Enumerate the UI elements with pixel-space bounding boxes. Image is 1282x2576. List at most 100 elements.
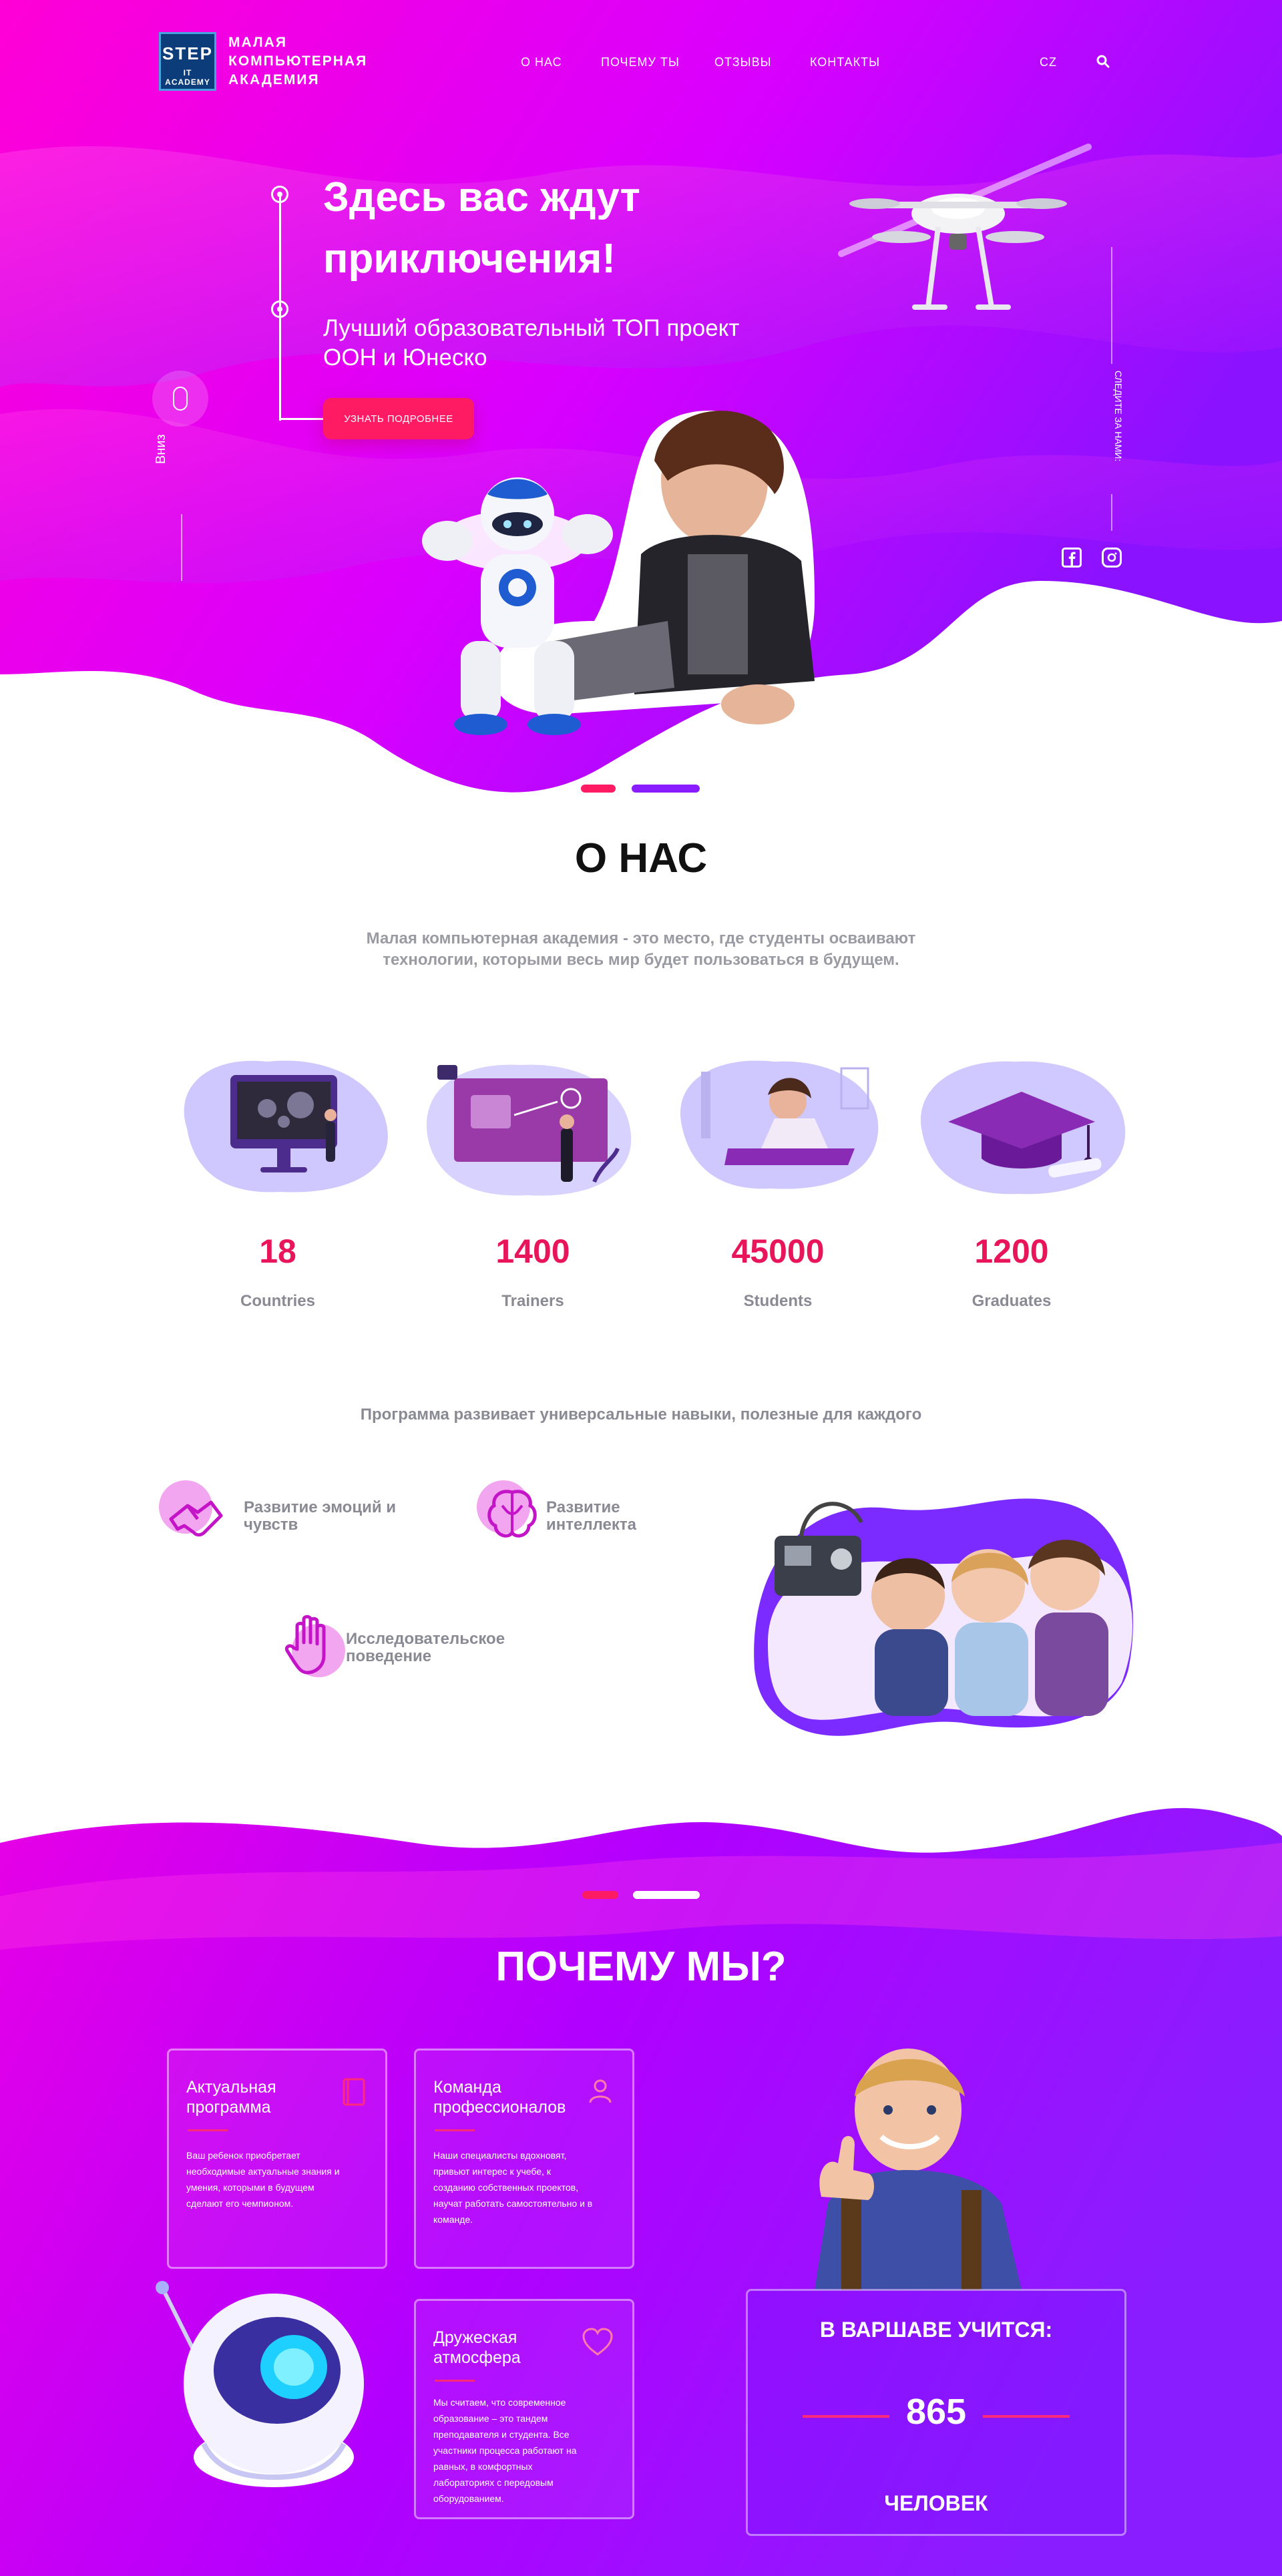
card-text-line: лабораториях с передовым xyxy=(433,2477,554,2488)
card-divider xyxy=(188,2129,228,2131)
trainers-illustration xyxy=(426,1064,632,1196)
mouse-icon xyxy=(173,387,188,411)
hero-subtitle: Лучший образовательный ТОП проект ООН и … xyxy=(323,314,804,373)
card-text-line: образование – это тандем xyxy=(433,2413,548,2424)
skill-label-line: Развитие xyxy=(546,1498,620,1516)
card-team-title: Команда профессионалов xyxy=(433,2077,587,2117)
warsaw-footer: ЧЕЛОВЕК xyxy=(884,2491,988,2515)
skill-label-line: чувств xyxy=(244,1516,298,1534)
hero-title-line: приключения! xyxy=(323,236,616,282)
boy-thumbs-up-image xyxy=(815,2049,1022,2290)
card-atmosphere-title: Дружеская атмосфера xyxy=(433,2328,587,2368)
stat-graduates-label: Graduates xyxy=(972,1292,1052,1310)
about-description-line: Малая компьютерная академия - это место,… xyxy=(366,929,916,947)
card-text-line: равных, в комфортных xyxy=(433,2461,533,2472)
stat-trainers-value: 1400 xyxy=(495,1233,570,1270)
brain-icon xyxy=(477,1480,537,1538)
why-title: ПОЧЕМУ МЫ? xyxy=(495,1944,787,1990)
card-title-line: программа xyxy=(186,2098,271,2117)
why-pager-dot-active[interactable] xyxy=(582,1891,618,1899)
hero-pager-dot[interactable] xyxy=(632,785,700,793)
card-text-line: умения, которыми в будущем xyxy=(186,2182,314,2193)
stat-trainers-label: Trainers xyxy=(501,1292,564,1310)
card-title-line: профессионалов xyxy=(433,2098,566,2117)
hero-step-connector xyxy=(279,418,323,420)
warsaw-line-right xyxy=(983,2415,1070,2418)
card-title-line: атмосфера xyxy=(433,2348,521,2367)
card-title-line: Команда xyxy=(433,2078,501,2097)
nav-contacts[interactable]: КОНТАКТЫ xyxy=(810,55,880,69)
card-atmosphere[interactable]: Дружеская атмосфера Мы считаем, что совр… xyxy=(414,2299,634,2519)
warsaw-title: В ВАРШАВЕ УЧИТСЯ: xyxy=(819,2318,1053,2342)
kids-robot-image xyxy=(754,1498,1133,1736)
skill-label-line: поведение xyxy=(346,1647,432,1665)
follow-divider xyxy=(1111,494,1112,531)
card-text-line: созданию собственных проектов, xyxy=(433,2182,579,2193)
hero-subtitle-line: ООН и Юнеско xyxy=(323,345,487,371)
brand-line: МАЛАЯ xyxy=(228,35,287,50)
heart-icon xyxy=(582,2328,613,2356)
handshake-icon xyxy=(159,1480,223,1537)
follow-us-label: СЛЕДИТЕ ЗА НАМИ: xyxy=(1113,371,1124,462)
card-program[interactable]: Актуальная программа Ваш ребенок приобре… xyxy=(167,2049,387,2269)
skill-intellect-label: Развитие интеллекта xyxy=(546,1499,733,1534)
brand-name: МАЛАЯ КОМПЬЮТЕРНАЯ АКАДЕМИЯ xyxy=(228,33,367,89)
graduates-illustration xyxy=(920,1061,1126,1195)
card-text-line: преподавателя и студента. Все xyxy=(433,2429,570,2440)
card-text-line: научат работать самостоятельно и в xyxy=(433,2198,593,2209)
scroll-label: Вниз xyxy=(154,434,168,464)
about-description: Малая компьютерная академия - это место,… xyxy=(307,928,975,971)
nav-reviews[interactable]: ОТЗЫВЫ xyxy=(714,55,772,69)
program-description: Программа развивает универсальные навыки… xyxy=(360,1406,922,1424)
card-text-line: команде. xyxy=(433,2214,473,2225)
card-text-line: Мы считаем, что современное xyxy=(433,2397,566,2408)
about-title: О НАС xyxy=(574,835,708,881)
skill-label-line: интеллекта xyxy=(546,1516,636,1534)
card-team[interactable]: Команда профессионалов Наши специалисты … xyxy=(414,2049,634,2269)
students-illustration xyxy=(680,1060,879,1189)
hero-step-dot xyxy=(271,186,288,203)
book-icon xyxy=(343,2078,365,2106)
card-text-line: необходимые актуальные знания и xyxy=(186,2166,340,2177)
hero-robot-boy-image xyxy=(422,411,815,735)
skill-emotions-label: Развитие эмоций и чувств xyxy=(244,1499,431,1534)
card-text-line: Наши специалисты вдохновят, xyxy=(433,2150,567,2161)
card-divider xyxy=(435,2380,475,2382)
card-text-line: Ваш ребенок приобретает xyxy=(186,2150,300,2161)
card-program-title: Актуальная программа xyxy=(186,2077,340,2117)
logo-step-text: STEP xyxy=(162,43,213,63)
robot-toy-image xyxy=(156,2281,364,2487)
skill-research-label: Исследовательское поведение xyxy=(346,1631,533,1665)
skill-label-line: Развитие эмоций и xyxy=(244,1498,397,1516)
skill-label-line: Исследовательское xyxy=(346,1630,505,1648)
follow-divider xyxy=(1111,247,1112,364)
logo[interactable]: STEP IT ACADEMY xyxy=(159,32,216,91)
hero-pager-dot-active[interactable] xyxy=(581,785,616,793)
hero-title-line: Здесь вас ждут xyxy=(323,174,640,220)
card-atmosphere-text: Мы считаем, что современное образование … xyxy=(433,2394,614,2507)
card-title-line: Дружеская xyxy=(433,2328,517,2347)
stat-countries-value: 18 xyxy=(259,1233,296,1270)
language-switch[interactable]: CZ xyxy=(1040,55,1057,69)
warsaw-number: 865 xyxy=(905,2392,967,2432)
logo-it-text: IT ACADEMY xyxy=(165,68,210,87)
drone-image xyxy=(838,144,1092,310)
about-description-line: технологии, которыми весь мир будет поль… xyxy=(383,951,899,969)
nav-why[interactable]: ПОЧЕМУ ТЫ xyxy=(601,55,680,69)
facebook-icon[interactable] xyxy=(1062,548,1082,568)
instagram-icon[interactable] xyxy=(1102,548,1122,568)
stat-students-label: Students xyxy=(743,1292,813,1310)
scroll-line xyxy=(181,514,182,581)
why-pager-dot[interactable] xyxy=(633,1891,700,1899)
hero-subtitle-line: Лучший образовательный ТОП проект xyxy=(323,315,740,341)
card-text-line: оборудованием. xyxy=(433,2493,504,2504)
warsaw-counter: В ВАРШАВЕ УЧИТСЯ: 865 ЧЕЛОВЕК xyxy=(746,2289,1126,2536)
card-text-line: сделают его чемпионом. xyxy=(186,2198,294,2209)
hero-step-dot xyxy=(271,300,288,318)
search-icon[interactable] xyxy=(1096,55,1110,68)
stat-countries-label: Countries xyxy=(240,1292,315,1310)
card-text-line: участники процесса работают на xyxy=(433,2445,577,2456)
nav-about[interactable]: О НАС xyxy=(521,55,562,69)
stat-students-value: 45000 xyxy=(731,1233,825,1270)
brand-line: АКАДЕМИЯ xyxy=(228,72,320,87)
